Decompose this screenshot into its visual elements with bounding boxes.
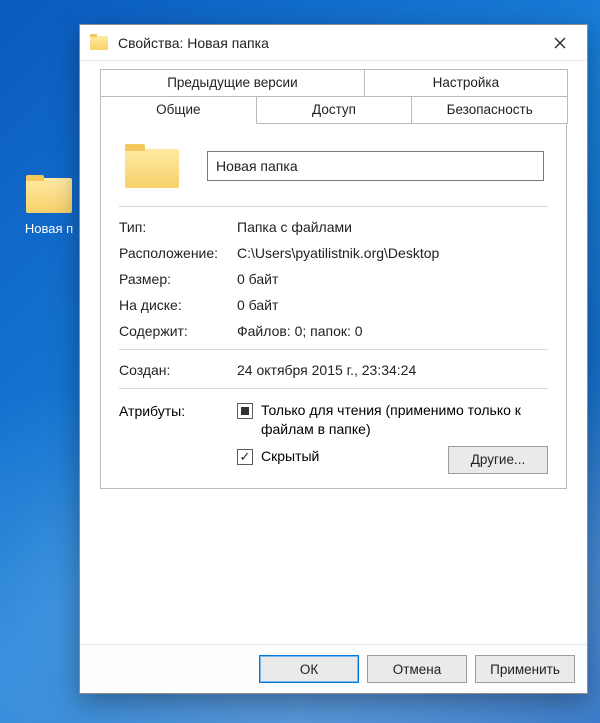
attributes-label: Атрибуты: xyxy=(119,401,237,419)
hidden-checkbox-label: Скрытый xyxy=(261,447,319,466)
size-label: Размер: xyxy=(119,271,237,287)
close-button[interactable] xyxy=(539,29,581,57)
separator xyxy=(119,206,548,207)
tab-general-panel: Тип: Папка с файлами Расположение: C:\Us… xyxy=(100,123,567,489)
apply-button[interactable]: Применить xyxy=(475,655,575,683)
hidden-checkbox[interactable] xyxy=(237,449,253,465)
cancel-button[interactable]: Отмена xyxy=(367,655,467,683)
desktop-folder-label: Новая п xyxy=(20,221,78,236)
contains-label: Содержит: xyxy=(119,323,237,339)
location-value: C:\Users\pyatilistnik.org\Desktop xyxy=(237,245,548,261)
folder-icon xyxy=(125,144,179,188)
separator xyxy=(119,349,548,350)
folder-name-input[interactable] xyxy=(207,151,544,181)
window-title: Свойства: Новая папка xyxy=(118,35,539,51)
size-on-disk-value: 0 байт xyxy=(237,297,548,313)
folder-icon xyxy=(26,175,72,213)
size-on-disk-label: На диске: xyxy=(119,297,237,313)
close-icon xyxy=(554,37,566,49)
size-value: 0 байт xyxy=(237,271,548,287)
advanced-button[interactable]: Другие... xyxy=(448,446,548,474)
dialog-button-bar: ОК Отмена Применить xyxy=(80,644,587,693)
contains-value: Файлов: 0; папок: 0 xyxy=(237,323,548,339)
location-label: Расположение: xyxy=(119,245,237,261)
titlebar[interactable]: Свойства: Новая папка xyxy=(80,25,587,61)
tab-sharing[interactable]: Доступ xyxy=(256,96,413,124)
readonly-checkbox-label: Только для чтения (применимо только к фа… xyxy=(261,401,548,439)
folder-icon xyxy=(90,34,108,52)
ok-button[interactable]: ОК xyxy=(259,655,359,683)
tabs: Предыдущие версии Настройка Общие Доступ… xyxy=(90,61,577,489)
type-value: Папка с файлами xyxy=(237,219,548,235)
tab-general[interactable]: Общие xyxy=(100,96,257,124)
type-label: Тип: xyxy=(119,219,237,235)
tab-customize[interactable]: Настройка xyxy=(364,69,568,97)
separator xyxy=(119,388,548,389)
tab-previous-versions[interactable]: Предыдущие версии xyxy=(100,69,365,97)
desktop-folder-shortcut[interactable]: Новая п xyxy=(20,175,78,236)
tab-security[interactable]: Безопасность xyxy=(411,96,568,124)
readonly-checkbox-row[interactable]: Только для чтения (применимо только к фа… xyxy=(237,401,548,439)
created-label: Создан: xyxy=(119,362,237,378)
created-value: 24 октября 2015 г., 23:34:24 xyxy=(237,362,548,378)
properties-dialog: Свойства: Новая папка Предыдущие версии … xyxy=(79,24,588,694)
readonly-checkbox[interactable] xyxy=(237,403,253,419)
